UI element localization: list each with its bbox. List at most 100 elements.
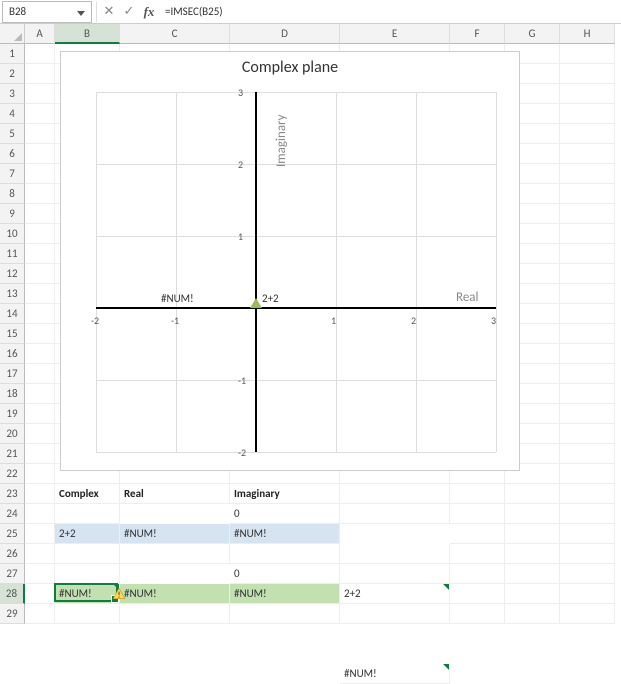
cell[interactable]: 0 (230, 564, 340, 584)
cell[interactable] (560, 284, 615, 304)
cell[interactable] (450, 584, 505, 604)
col-header-D[interactable]: D (230, 24, 340, 44)
col-header-E[interactable]: E (340, 24, 450, 44)
cell[interactable] (25, 244, 55, 264)
cell[interactable] (560, 604, 615, 624)
cell[interactable] (560, 104, 615, 124)
cell[interactable] (25, 524, 55, 544)
row-header-17[interactable]: 17 (0, 364, 25, 384)
cell[interactable]: Complex (55, 484, 120, 504)
row-header-10[interactable]: 10 (0, 224, 25, 244)
cell[interactable] (560, 484, 615, 504)
cell[interactable] (120, 604, 230, 624)
row-header-28[interactable]: 28 (0, 584, 25, 604)
cell[interactable]: #NUM! (120, 524, 230, 544)
cell[interactable] (505, 564, 560, 584)
cell[interactable] (25, 364, 55, 384)
cell[interactable] (25, 424, 55, 444)
row-header-9[interactable]: 9 (0, 204, 25, 224)
row-header-13[interactable]: 13 (0, 284, 25, 304)
cell[interactable] (560, 144, 615, 164)
cell[interactable] (25, 184, 55, 204)
cell[interactable] (25, 264, 55, 284)
cell[interactable] (55, 544, 120, 564)
cell[interactable] (25, 344, 55, 364)
cell[interactable] (25, 84, 55, 104)
cell[interactable] (25, 44, 55, 64)
cell[interactable] (560, 544, 615, 564)
cell[interactable] (55, 564, 120, 584)
cell[interactable] (560, 524, 615, 544)
cell[interactable] (560, 444, 615, 464)
row-header-29[interactable]: 29 (0, 604, 25, 624)
cell[interactable] (560, 384, 615, 404)
cell[interactable] (55, 604, 120, 624)
cell[interactable] (450, 564, 505, 584)
select-all-corner[interactable] (0, 24, 25, 44)
cell[interactable] (450, 524, 505, 544)
cell[interactable] (505, 524, 560, 544)
cell[interactable]: Real (120, 484, 230, 504)
cell[interactable]: #NUM! (230, 524, 340, 544)
row-header-8[interactable]: 8 (0, 184, 25, 204)
row-header-5[interactable]: 5 (0, 124, 25, 144)
cell[interactable] (25, 304, 55, 324)
cell[interactable] (25, 164, 55, 184)
cell[interactable] (25, 484, 55, 504)
error-warning-icon[interactable] (111, 586, 127, 602)
enter-icon[interactable]: ✓ (119, 2, 139, 22)
cell[interactable] (560, 244, 615, 264)
cell[interactable] (25, 324, 55, 344)
cell[interactable] (450, 504, 505, 524)
row-header-1[interactable]: 1 (0, 44, 25, 64)
row-header-2[interactable]: 2 (0, 64, 25, 84)
cell[interactable] (340, 504, 450, 524)
cell[interactable] (25, 604, 55, 624)
cell[interactable]: #NUM! (340, 664, 450, 684)
row-header-7[interactable]: 7 (0, 164, 25, 184)
cell[interactable] (505, 604, 560, 624)
cell[interactable] (560, 504, 615, 524)
col-header-F[interactable]: F (450, 24, 505, 44)
cell[interactable]: #NUM! (120, 584, 230, 604)
cell[interactable] (25, 384, 55, 404)
cell[interactable] (25, 124, 55, 144)
cell[interactable] (25, 464, 55, 484)
cell[interactable] (560, 564, 615, 584)
cell[interactable] (25, 284, 55, 304)
cell[interactable] (120, 544, 230, 564)
cell[interactable] (450, 484, 505, 504)
cell[interactable] (25, 504, 55, 524)
cell[interactable] (25, 104, 55, 124)
cell[interactable] (450, 604, 505, 624)
row-header-14[interactable]: 14 (0, 304, 25, 324)
row-header-23[interactable]: 23 (0, 484, 25, 504)
row-header-15[interactable]: 15 (0, 324, 25, 344)
cell[interactable] (25, 444, 55, 464)
cell[interactable] (230, 544, 340, 564)
cell[interactable] (340, 484, 450, 504)
cell[interactable] (560, 264, 615, 284)
cell[interactable] (560, 164, 615, 184)
cell[interactable] (25, 144, 55, 164)
col-header-B[interactable]: B (55, 24, 120, 44)
cell[interactable] (560, 44, 615, 64)
row-header-25[interactable]: 25 (0, 524, 25, 544)
row-header-20[interactable]: 20 (0, 424, 25, 444)
cell[interactable] (560, 324, 615, 344)
cell[interactable] (25, 204, 55, 224)
row-header-19[interactable]: 19 (0, 404, 25, 424)
formula-input[interactable]: =IMSEC(B25) (159, 1, 621, 23)
row-header-16[interactable]: 16 (0, 344, 25, 364)
row-header-6[interactable]: 6 (0, 144, 25, 164)
row-header-18[interactable]: 18 (0, 384, 25, 404)
cell[interactable] (25, 584, 55, 604)
row-header-21[interactable]: 21 (0, 444, 25, 464)
col-header-C[interactable]: C (120, 24, 230, 44)
cell[interactable] (505, 504, 560, 524)
cell[interactable] (560, 124, 615, 144)
row-header-12[interactable]: 12 (0, 264, 25, 284)
row-header-3[interactable]: 3 (0, 84, 25, 104)
cell[interactable]: 2+2 (55, 524, 120, 544)
cell[interactable] (450, 544, 505, 564)
